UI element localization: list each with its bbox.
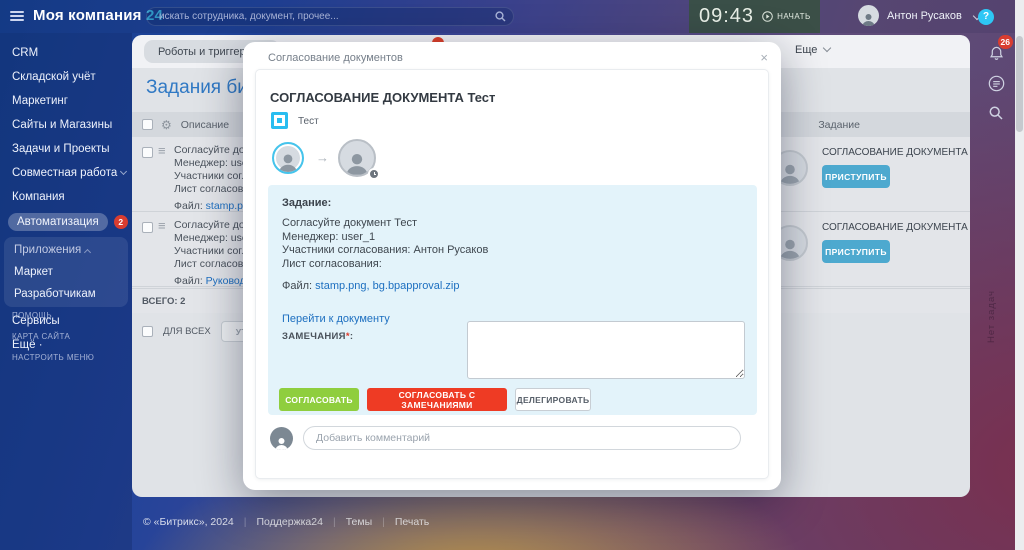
sidebar-item-company[interactable]: Компания (0, 185, 132, 209)
user-menu[interactable]: Антон Русаков (858, 5, 980, 26)
document-heading: СОГЛАСОВАНИЕ ДОКУМЕНТА Тест (270, 90, 495, 105)
play-icon (762, 11, 773, 22)
menu-icon[interactable] (10, 11, 24, 23)
approve-with-remarks-button[interactable]: СОГЛАСОВАТЬ С ЗАМЕЧАНИЯМИ (367, 388, 507, 411)
footer-link-print[interactable]: Печать (395, 516, 429, 528)
sidebar-link-help[interactable]: ПОМОЩЬ (0, 305, 132, 326)
sidebar-item-tasks[interactable]: Задачи и Проекты (0, 137, 132, 161)
document-name[interactable]: Тест (298, 116, 319, 127)
notifications-badge: 26 (998, 35, 1013, 49)
modal-title: Согласование документов (268, 52, 403, 64)
scrollbar[interactable] (1015, 0, 1024, 550)
approval-modal: Согласование документов × СОГЛАСОВАНИЕ Д… (243, 42, 781, 490)
search-input[interactable] (146, 7, 514, 26)
task-files: Файл: stamp.png, bg.bpapproval.zip (282, 280, 460, 292)
start-task-button[interactable]: ПРИСТУПИТЬ (822, 165, 890, 188)
start-task-button[interactable]: ПРИСТУПИТЬ (822, 240, 890, 263)
sidebar-item-collaboration[interactable]: Совместная работа (0, 161, 132, 185)
more-menu[interactable]: Еще (795, 44, 830, 56)
sidebar-item-developers[interactable]: Разработчикам (4, 283, 128, 305)
messenger-button[interactable] (980, 68, 1012, 98)
user-name: Антон Русаков (887, 10, 962, 22)
task-title: СОГЛАСОВАНИЕ ДОКУМЕНТА Тест (822, 222, 970, 233)
page-footer: © «Битрикс», 2024 | Поддержка24 | Темы |… (143, 516, 429, 528)
close-icon[interactable]: × (760, 50, 768, 65)
task-label: Задание: (282, 197, 331, 209)
goto-document-link[interactable]: Перейти к документу (282, 313, 390, 325)
for-all-label: ДЛЯ ВСЕХ (163, 326, 211, 337)
footer-link-support[interactable]: Поддержка24 (257, 516, 323, 528)
user-avatar (858, 5, 879, 26)
pending-clock-icon (368, 168, 380, 180)
logo-text: Моя компания (33, 7, 142, 24)
top-bar: Моя компания 24 09:43 НАЧАТЬ Антон Русак… (0, 0, 1024, 33)
arrow-right-icon: → (316, 150, 329, 165)
notifications-button[interactable]: 26 (980, 38, 1012, 68)
row-checkbox[interactable] (142, 147, 153, 158)
search-icon (989, 106, 1003, 120)
drag-handle-icon[interactable]: ≡ (158, 143, 166, 158)
chevron-down-icon (120, 168, 127, 175)
timer-start-button[interactable]: НАЧАТЬ (762, 11, 811, 22)
row-checkbox[interactable] (142, 222, 153, 233)
sidebar-item-warehouse[interactable]: Складской учёт (0, 65, 132, 89)
sidebar-item-crm[interactable]: CRM (0, 41, 132, 65)
task-title: СОГЛАСОВАНИЕ ДОКУМЕНТА Тест (822, 147, 970, 158)
sidebar-item-apps[interactable]: Приложения (4, 239, 128, 261)
commenter-avatar (270, 427, 293, 450)
sidebar-link-configure-menu[interactable]: НАСТРОИТЬ МЕНЮ (0, 347, 132, 368)
chevron-up-icon (84, 249, 91, 256)
file-link[interactable]: stamp.png, bg.bpapproval.zip (315, 280, 459, 292)
sidebar-item-automation[interactable]: Автоматизация (8, 213, 108, 231)
initiator-avatar[interactable] (272, 142, 304, 174)
side-vertical-tab[interactable]: Нет задач (986, 290, 997, 343)
sidebar-item-marketing[interactable]: Маркетинг (0, 89, 132, 113)
chat-icon (988, 75, 1005, 92)
sidebar: CRM Складской учёт Маркетинг Сайты и Маг… (0, 33, 132, 550)
select-all-checkbox[interactable] (142, 119, 153, 130)
column-description: Описание (181, 119, 229, 131)
right-icon-rail: 26 (980, 38, 1016, 128)
document-icon (271, 112, 288, 129)
scrollbar-thumb[interactable] (1016, 36, 1023, 132)
copyright: © «Битрикс», 2024 (143, 516, 234, 528)
remarks-textarea[interactable] (467, 321, 745, 379)
approve-button[interactable]: СОГЛАСОВАТЬ (279, 388, 359, 411)
task-description: Согласуйте документ Тест Менеджер: user_… (282, 217, 488, 271)
sidebar-link-sitemap[interactable]: КАРТА САЙТА (0, 326, 132, 347)
logo[interactable]: Моя компания 24 (33, 7, 163, 24)
sidebar-item-market[interactable]: Маркет (4, 261, 128, 283)
timer-value: 09:43 (699, 5, 754, 28)
drag-handle-icon[interactable]: ≡ (158, 218, 166, 233)
for-all-checkbox[interactable] (142, 326, 153, 337)
work-timer[interactable]: 09:43 НАЧАТЬ (689, 0, 820, 33)
chevron-down-icon (823, 44, 831, 52)
automation-badge: 2 (114, 215, 128, 229)
sidebar-item-sites[interactable]: Сайты и Магазины (0, 113, 132, 137)
remarks-label: ЗАМЕЧАНИЯ*: (282, 331, 353, 342)
delegate-button[interactable]: ДЕЛЕГИРОВАТЬ (515, 388, 591, 411)
comment-input[interactable] (303, 426, 741, 450)
modal-card: СОГЛАСОВАНИЕ ДОКУМЕНТА Тест Тест → Задан… (256, 70, 768, 478)
help-button[interactable]: ? (978, 9, 994, 25)
column-task: Задание (818, 119, 860, 131)
search-icon[interactable] (495, 11, 506, 22)
gear-icon[interactable]: ⚙ (161, 118, 172, 132)
sidebar-apps-group: Приложения Маркет Разработчикам (4, 237, 128, 307)
footer-link-themes[interactable]: Темы (346, 516, 372, 528)
search-panel-button[interactable] (980, 98, 1012, 128)
task-panel: Задание: Согласуйте документ Тест Менедж… (268, 185, 757, 415)
